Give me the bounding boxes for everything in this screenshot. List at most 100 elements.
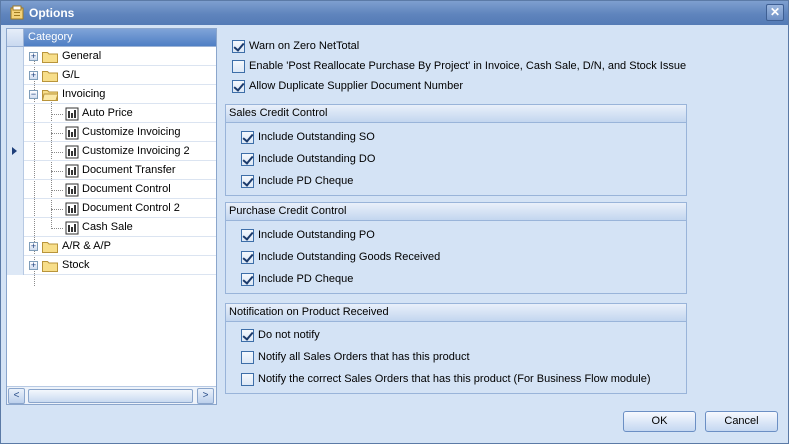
expand-icon[interactable]: + — [29, 242, 38, 251]
tree-node-invoicing[interactable]: − Invoicing — [7, 85, 216, 104]
category-tree[interactable]: Category + General + G/L − Invoicing Aut… — [6, 28, 217, 405]
tree-node-auto-price[interactable]: Auto Price — [7, 104, 216, 123]
folder-icon — [42, 52, 58, 63]
close-icon: ✕ — [769, 5, 781, 19]
chevron-right-icon: > — [202, 390, 209, 401]
purchase-credit-control-group: Purchase Credit Control Include Outstand… — [225, 202, 687, 294]
include-outstanding-so-checkbox[interactable] — [241, 131, 254, 144]
row-selector — [7, 142, 24, 161]
options-dialog: Options ✕ Category + General + G/L − Inv… — [0, 0, 789, 444]
option-label: Include PD Cheque — [258, 175, 354, 187]
option-label: Notify all Sales Orders that has this pr… — [258, 351, 470, 363]
chevron-left-icon: < — [13, 390, 20, 401]
tree-node-label: Document Control — [82, 183, 171, 195]
window-title: Options — [29, 6, 75, 20]
folder-icon — [42, 261, 58, 272]
row-selector — [7, 237, 24, 256]
cancel-button[interactable]: Cancel — [705, 411, 778, 432]
option-label: Enable 'Post Reallocate Purchase By Proj… — [249, 60, 687, 72]
expand-icon[interactable]: + — [29, 261, 38, 270]
include-outstanding-gr-checkbox[interactable] — [241, 251, 254, 264]
row-selector — [7, 199, 24, 218]
purchase-include-pd-cheque-checkbox[interactable] — [241, 273, 254, 286]
row-selector — [7, 161, 24, 180]
tree-node-label: Auto Price — [82, 107, 133, 119]
tree-node-document-transfer[interactable]: Document Transfer — [7, 161, 216, 180]
include-outstanding-po-checkbox[interactable] — [241, 229, 254, 242]
settings-page-icon — [65, 145, 79, 159]
group-title: Purchase Credit Control — [226, 203, 686, 221]
tree-header: Category — [7, 29, 216, 47]
row-selector — [7, 104, 24, 123]
category-column-header[interactable]: Category — [24, 29, 216, 46]
close-button[interactable]: ✕ — [766, 4, 784, 21]
tree-node-ar-ap[interactable]: + A/R & A/P — [7, 237, 216, 256]
folder-icon — [42, 242, 58, 253]
option-label: Warn on Zero NetTotal — [249, 40, 360, 52]
horizontal-scrollbar[interactable]: < > — [7, 386, 216, 404]
tree-node-label: Customize Invoicing — [82, 126, 181, 138]
tree-node-label: Document Control 2 — [82, 202, 180, 214]
row-selector — [7, 85, 24, 104]
allow-duplicate-supplier-doc-checkbox[interactable] — [232, 80, 245, 93]
settings-page-icon — [65, 164, 79, 178]
tree-node-label: Invoicing — [62, 88, 106, 100]
tree-node-label: Stock — [62, 259, 90, 271]
tree-node-label: Document Transfer — [82, 164, 176, 176]
notification-group: Notification on Product Received Do not … — [225, 303, 687, 394]
sales-include-pd-cheque-checkbox[interactable] — [241, 175, 254, 188]
row-selector — [7, 47, 24, 66]
collapse-icon[interactable]: − — [29, 90, 38, 99]
option-label: Include Outstanding Goods Received — [258, 251, 441, 263]
settings-page-icon — [65, 202, 79, 216]
folder-icon — [42, 71, 58, 82]
tree-node-cash-sale[interactable]: Cash Sale — [7, 218, 216, 237]
post-reallocate-checkbox[interactable] — [232, 60, 245, 73]
tree-node-stock[interactable]: + Stock — [7, 256, 216, 275]
notify-correct-sales-orders-checkbox[interactable] — [241, 373, 254, 386]
dialog-body: Category + General + G/L − Invoicing Aut… — [1, 25, 788, 443]
option-label: Allow Duplicate Supplier Document Number — [249, 80, 463, 92]
settings-page-icon — [65, 126, 79, 140]
tree-node-customize-invoicing-2[interactable]: Customize Invoicing 2 — [7, 142, 216, 161]
sales-credit-control-group: Sales Credit Control Include Outstanding… — [225, 104, 687, 196]
row-selector — [7, 256, 24, 275]
tree-node-label: G/L — [62, 69, 80, 81]
tree-node-label: Customize Invoicing 2 — [82, 145, 190, 157]
tree-node-customize-invoicing[interactable]: Customize Invoicing — [7, 123, 216, 142]
do-not-notify-checkbox[interactable] — [241, 329, 254, 342]
row-selector — [7, 66, 24, 85]
option-label: Include Outstanding SO — [258, 131, 375, 143]
title-bar[interactable]: Options ✕ — [1, 1, 788, 25]
tree-node-label: Cash Sale — [82, 221, 133, 233]
scroll-thumb[interactable] — [28, 389, 193, 403]
ok-button[interactable]: OK — [623, 411, 696, 432]
tree-node-document-control[interactable]: Document Control — [7, 180, 216, 199]
group-title: Sales Credit Control — [226, 105, 686, 123]
expand-icon[interactable]: + — [29, 52, 38, 61]
open-folder-icon — [42, 90, 58, 101]
tree-node-label: General — [62, 50, 102, 62]
group-title: Notification on Product Received — [226, 304, 686, 322]
option-label: Include PD Cheque — [258, 273, 354, 285]
tree-node-general[interactable]: + General — [7, 47, 216, 66]
warn-zero-nettotal-checkbox[interactable] — [232, 40, 245, 53]
option-label: Notify the correct Sales Orders that has… — [258, 373, 651, 385]
notify-all-sales-orders-checkbox[interactable] — [241, 351, 254, 364]
tree-node-gl[interactable]: + G/L — [7, 66, 216, 85]
option-label: Do not notify — [258, 329, 320, 341]
row-selector — [7, 218, 24, 237]
app-icon — [10, 5, 24, 20]
tree-node-document-control-2[interactable]: Document Control 2 — [7, 199, 216, 218]
row-selector — [7, 123, 24, 142]
scroll-right-button[interactable]: > — [197, 388, 214, 404]
selector-column-header — [7, 29, 24, 46]
settings-page-icon — [65, 221, 79, 235]
scroll-left-button[interactable]: < — [8, 388, 25, 404]
settings-page-icon — [65, 183, 79, 197]
expand-icon[interactable]: + — [29, 71, 38, 80]
option-label: Include Outstanding PO — [258, 229, 375, 241]
tree-node-label: A/R & A/P — [62, 240, 111, 252]
settings-page-icon — [65, 107, 79, 121]
include-outstanding-do-checkbox[interactable] — [241, 153, 254, 166]
